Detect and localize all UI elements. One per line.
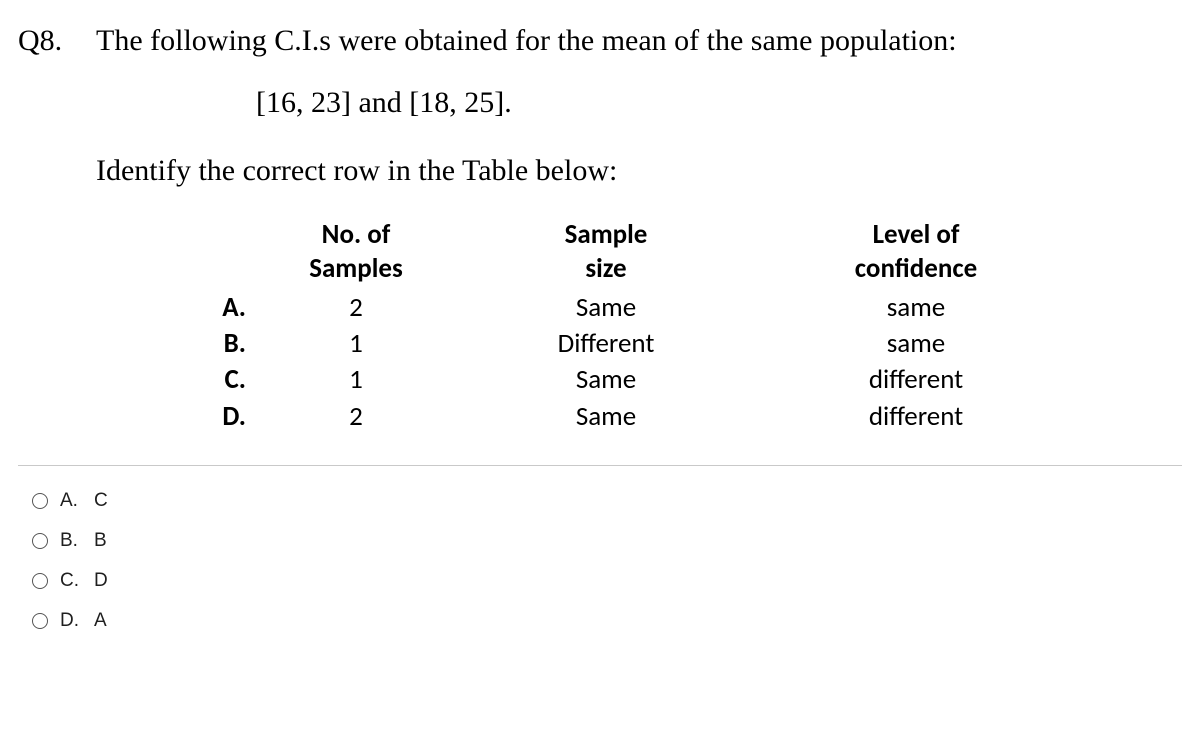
radio-icon bbox=[32, 573, 48, 589]
option-value: B bbox=[94, 530, 107, 552]
option-c[interactable]: C. D bbox=[32, 570, 1182, 592]
question-body: The following C.I.s were obtained for th… bbox=[96, 20, 1182, 435]
row-label: D. bbox=[186, 399, 266, 435]
option-letter: C. bbox=[60, 570, 82, 592]
row-label: A. bbox=[186, 290, 266, 326]
question-block: Q8. The following C.I.s were obtained fo… bbox=[18, 20, 1182, 435]
table-row: D. 2 Same different bbox=[186, 399, 1086, 435]
row-label: B. bbox=[186, 326, 266, 362]
radio-icon bbox=[32, 613, 48, 629]
question-number: Q8. bbox=[18, 20, 76, 435]
option-letter: A. bbox=[60, 490, 82, 512]
option-value: A bbox=[94, 610, 107, 632]
answer-options: A. C B. B C. D D. A bbox=[18, 490, 1182, 632]
option-letter: D. bbox=[60, 610, 82, 632]
table-row: A. 2 Same same bbox=[186, 290, 1086, 326]
radio-icon bbox=[32, 533, 48, 549]
divider bbox=[18, 465, 1182, 466]
option-letter: B. bbox=[60, 530, 82, 552]
question-prompt: The following C.I.s were obtained for th… bbox=[96, 20, 1182, 62]
header-samples: No. of Samples bbox=[266, 218, 446, 286]
option-value: C bbox=[94, 490, 108, 512]
option-a[interactable]: A. C bbox=[32, 490, 1182, 512]
table-row: C. 1 Same different bbox=[186, 362, 1086, 398]
option-b[interactable]: B. B bbox=[32, 530, 1182, 552]
question-instruction: Identify the correct row in the Table be… bbox=[96, 150, 1182, 192]
answer-table: No. of Samples Sample size Level of conf… bbox=[186, 218, 1086, 435]
header-size: Sample size bbox=[446, 218, 766, 286]
question-intervals: [16, 23] and [18, 25]. bbox=[256, 82, 1182, 124]
radio-icon bbox=[32, 493, 48, 509]
header-confidence: Level of confidence bbox=[766, 218, 1066, 286]
option-d[interactable]: D. A bbox=[32, 610, 1182, 632]
table-row: B. 1 Different same bbox=[186, 326, 1086, 362]
option-value: D bbox=[94, 570, 108, 592]
row-label: C. bbox=[186, 362, 266, 398]
table-header: No. of Samples Sample size Level of conf… bbox=[186, 218, 1086, 286]
